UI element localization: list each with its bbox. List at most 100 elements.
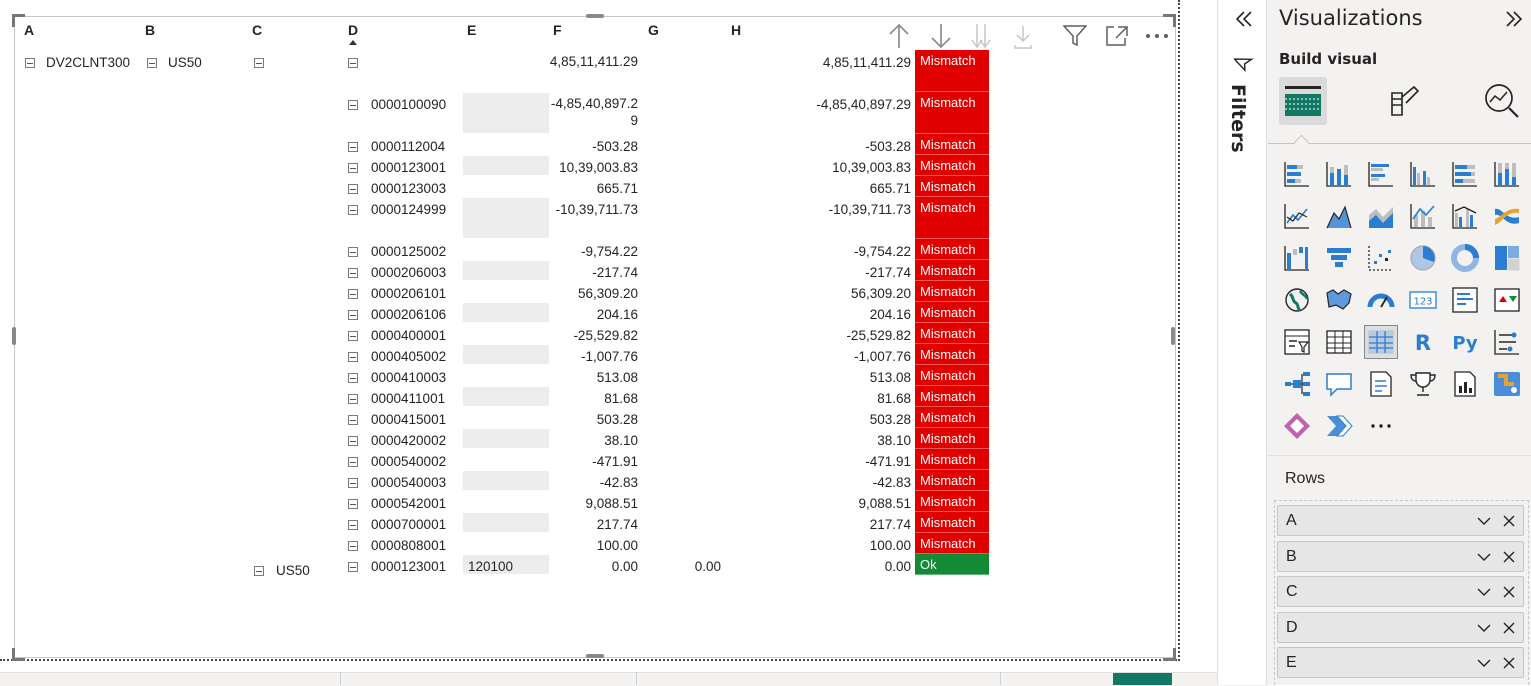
area-chart-icon[interactable] — [1323, 200, 1355, 232]
arcgis-map-icon[interactable] — [1491, 368, 1523, 400]
field-pill-d[interactable]: D — [1277, 611, 1524, 643]
field-pill-a[interactable]: A — [1277, 505, 1524, 536]
column-header-g[interactable]: G — [648, 22, 659, 38]
collapse-d-button[interactable] — [348, 394, 358, 404]
collapse-d-button[interactable] — [348, 562, 358, 572]
filters-pane-label[interactable]: Filters — [1227, 84, 1249, 153]
collapse-d-button[interactable] — [348, 499, 358, 509]
kpi-icon[interactable] — [1491, 284, 1523, 316]
chevron-down-icon[interactable] — [1477, 549, 1491, 563]
stacked-bar-chart-icon[interactable] — [1281, 158, 1313, 190]
pie-chart-icon[interactable] — [1407, 242, 1439, 274]
line-and-clustered-column-chart-icon[interactable] — [1449, 200, 1481, 232]
chevron-down-icon[interactable] — [1477, 655, 1491, 669]
arrow-down-icon[interactable] — [928, 22, 954, 50]
100-stacked-bar-chart-icon[interactable] — [1449, 158, 1481, 190]
stacked-area-chart-icon[interactable] — [1365, 200, 1397, 232]
clustered-column-chart-icon[interactable] — [1407, 158, 1439, 190]
line-and-column-chart-icon[interactable] — [1407, 200, 1439, 232]
map-icon[interactable] — [1281, 284, 1313, 316]
resize-handle-top[interactable] — [586, 14, 604, 18]
column-header-e[interactable]: E — [467, 22, 476, 38]
more-visuals-icon[interactable] — [1365, 410, 1397, 442]
collapse-d-button[interactable] — [348, 436, 358, 446]
collapse-d-button[interactable] — [348, 184, 358, 194]
collapse-d-button[interactable] — [348, 310, 358, 320]
stacked-column-chart-icon[interactable] — [1323, 158, 1355, 190]
column-header-h[interactable]: H — [731, 22, 741, 38]
remove-field-icon[interactable] — [1502, 655, 1516, 669]
analytics-tab[interactable] — [1478, 77, 1526, 125]
collapse-d-button[interactable] — [348, 100, 358, 110]
collapse-d-button[interactable] — [348, 268, 358, 278]
r-visual-icon[interactable]: R — [1407, 326, 1439, 358]
power-automate-icon[interactable] — [1323, 410, 1355, 442]
collapse-d-button[interactable] — [348, 331, 358, 341]
expand-visualizations-icon[interactable] — [1503, 8, 1525, 30]
waterfall-chart-icon[interactable] — [1281, 242, 1313, 274]
scatter-chart-icon[interactable] — [1365, 242, 1397, 274]
arrow-up-icon[interactable] — [886, 22, 912, 50]
qa-icon[interactable] — [1323, 368, 1355, 400]
matrix-icon[interactable] — [1364, 325, 1398, 359]
line-chart-icon[interactable] — [1281, 200, 1313, 232]
collapse-d-button[interactable] — [348, 478, 358, 488]
100-stacked-column-chart-icon[interactable] — [1491, 158, 1523, 190]
column-header-c[interactable]: C — [252, 22, 262, 38]
double-arrow-down-icon[interactable] — [968, 22, 994, 50]
column-header-f[interactable]: F — [553, 22, 562, 38]
collapse-c2-button[interactable] — [254, 566, 264, 576]
field-pill-b[interactable]: B — [1277, 540, 1524, 572]
field-pill-c[interactable]: C — [1277, 576, 1524, 607]
collapse-d-button[interactable] — [348, 415, 358, 425]
filter-icon[interactable] — [1062, 22, 1088, 50]
column-header-b[interactable]: B — [145, 22, 155, 38]
collapse-d-button[interactable] — [348, 205, 358, 215]
chevron-down-icon[interactable] — [1477, 584, 1491, 598]
more-options-icon[interactable] — [1144, 22, 1170, 50]
build-visual-tab[interactable] — [1279, 77, 1327, 125]
remove-field-icon[interactable] — [1502, 549, 1516, 563]
focus-mode-icon[interactable] — [1104, 22, 1130, 50]
collapse-d-button[interactable] — [348, 289, 358, 299]
clustered-bar-chart-icon[interactable] — [1365, 158, 1397, 190]
collapse-d-button[interactable] — [348, 352, 358, 362]
active-page-tab[interactable] — [1113, 673, 1172, 685]
collapse-filters-icon[interactable] — [1232, 8, 1254, 30]
column-header-d[interactable]: D — [348, 22, 358, 38]
collapse-d-button[interactable] — [348, 247, 358, 257]
filled-map-icon[interactable] — [1323, 284, 1355, 316]
smart-narrative-icon[interactable] — [1365, 368, 1397, 400]
collapse-a-button[interactable] — [25, 58, 35, 68]
key-influencers-icon[interactable] — [1491, 326, 1523, 358]
collapse-d-button[interactable] — [348, 142, 358, 152]
expand-hierarchy-icon[interactable] — [1010, 22, 1036, 50]
resize-handle-bottom[interactable] — [586, 654, 604, 658]
ribbon-chart-icon[interactable] — [1491, 200, 1523, 232]
collapse-d-button[interactable] — [348, 373, 358, 383]
multi-row-card-icon[interactable] — [1449, 284, 1481, 316]
python-visual-icon[interactable]: Py — [1449, 326, 1481, 358]
resize-handle-left[interactable] — [12, 327, 16, 345]
collapse-c-button[interactable] — [254, 58, 264, 68]
card-icon[interactable]: 123 — [1407, 284, 1439, 316]
slicer-icon[interactable] — [1281, 326, 1313, 358]
remove-field-icon[interactable] — [1502, 620, 1516, 634]
collapse-d-button[interactable] — [348, 58, 358, 68]
resize-handle-bottom-left[interactable] — [12, 648, 25, 661]
decomposition-tree-icon[interactable] — [1281, 368, 1313, 400]
remove-field-icon[interactable] — [1502, 513, 1516, 527]
funnel-chart-icon[interactable] — [1323, 242, 1355, 274]
goals-icon[interactable] — [1407, 368, 1439, 400]
table-icon[interactable] — [1323, 326, 1355, 358]
power-apps-icon[interactable] — [1281, 410, 1313, 442]
collapse-d-button[interactable] — [348, 520, 358, 530]
collapse-d-button[interactable] — [348, 163, 358, 173]
chevron-down-icon[interactable] — [1477, 513, 1491, 527]
remove-field-icon[interactable] — [1502, 584, 1516, 598]
field-pill-e[interactable]: E — [1277, 647, 1524, 678]
column-header-a[interactable]: A — [24, 22, 34, 38]
resize-handle-bottom-right[interactable] — [1163, 648, 1176, 661]
chevron-down-icon[interactable] — [1477, 620, 1491, 634]
format-visual-tab[interactable] — [1380, 77, 1428, 125]
